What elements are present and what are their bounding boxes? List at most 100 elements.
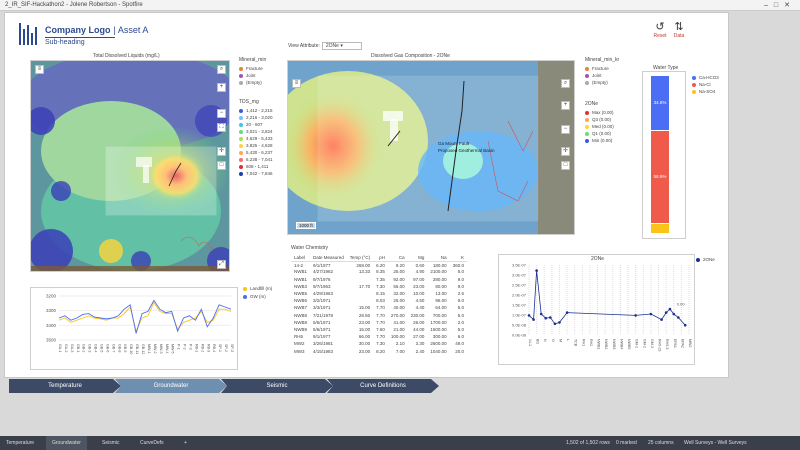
gas-legend2-item[interactable]: Q3 (0.00): [585, 117, 611, 123]
table-cell: NWB8: [294, 319, 308, 325]
tds-legend2-item[interactable]: 3,021 - 3,824: [239, 129, 273, 135]
gas-legend1-item[interactable]: (Empty): [585, 80, 608, 86]
column-header[interactable]: K: [449, 254, 467, 262]
tds-map[interactable]: ≡ ⌕ + − ⛶ ✛ □ ⤢: [30, 60, 230, 272]
map-expand-icon[interactable]: ⤢: [217, 260, 226, 269]
column-header[interactable]: Ca: [387, 254, 408, 262]
water-type-segment[interactable]: 34.8%: [651, 76, 669, 131]
gas-legend2-item[interactable]: Med (0.00): [585, 124, 614, 130]
column-header[interactable]: Temp (°C): [346, 254, 374, 262]
map-search-icon[interactable]: ⌕: [561, 79, 570, 88]
table-cell: 7.70: [376, 334, 385, 340]
table-cell: 1500.00: [430, 326, 447, 332]
table-cell: 15.00: [358, 326, 371, 332]
reset-button[interactable]: ↺ Reset: [650, 21, 670, 39]
gas-legend2-item[interactable]: Q1 (0.00): [585, 131, 611, 137]
tds-legend2-item[interactable]: 608 - 1,411: [239, 164, 268, 170]
zoom-out-button[interactable]: −: [217, 109, 226, 118]
tds-legend2-item[interactable]: 7,042 - 7,846: [239, 171, 273, 177]
tds-legend2-item[interactable]: 4,629 - 5,433: [239, 136, 273, 142]
pan-icon[interactable]: ✛: [217, 147, 226, 156]
table-cell: NWB1: [294, 269, 308, 275]
table-cell: 4.40: [415, 305, 425, 311]
map-layers-icon[interactable]: ≡: [35, 65, 44, 74]
gas-legend2-item[interactable]: Min (0.00): [585, 138, 612, 144]
tds-legend2-item[interactable]: 20 - 607: [239, 122, 263, 128]
bottom-tab-curvedefs[interactable]: CurveDefs: [134, 436, 170, 450]
table-row[interactable]: MW3 4/15/1983 23.00 8.20 7.00 2.40 1040.00 20.0: [291, 347, 467, 354]
table-row[interactable]: NWB7 3/3/1971 15.00 7.70 40.00 4.40 64.00 5.0: [291, 304, 467, 311]
column-header[interactable]: Na: [427, 254, 450, 262]
table-row[interactable]: NWB1 4/27/1962 13.33 8.35 25.00 4.90 2100.00 5.…: [291, 268, 467, 275]
gas-legend1-item[interactable]: Joint: [585, 73, 602, 79]
water-type-chart[interactable]: 34.8% 58.9%: [642, 71, 686, 239]
tab-temperature[interactable]: Temperature: [9, 379, 121, 393]
select-icon[interactable]: □: [561, 161, 570, 170]
water-type-legend-item[interactable]: Ca-HCO3: [692, 75, 719, 81]
column-header[interactable]: Date Measured: [310, 254, 347, 262]
add-page-button[interactable]: +: [178, 436, 193, 450]
column-header[interactable]: Mg: [407, 254, 428, 262]
window-controls[interactable]: –□✕: [764, 0, 796, 11]
tds-legend2-item[interactable]: 2,216 - 3,020: [239, 115, 273, 121]
select-icon[interactable]: □: [217, 161, 226, 170]
column-header[interactable]: Label: [291, 254, 311, 262]
tds-legend1-item[interactable]: Fracture: [239, 66, 263, 72]
water-type-legend-item[interactable]: Na-Cl: [692, 82, 711, 88]
gas-legend2-item[interactable]: Max (0.00): [585, 110, 614, 116]
table-cell: 97.00: [413, 276, 425, 282]
bottom-tab-groundwater[interactable]: Groundwater: [46, 436, 87, 450]
water-type-segment[interactable]: 58.9%: [651, 130, 669, 225]
table-cell: 4.50: [415, 298, 425, 304]
water-chemistry-table[interactable]: Label Date Measured Temp (°C) pH Ca Mg Na K 14-…: [291, 254, 467, 355]
legend-swatch: [585, 73, 589, 78]
legend-swatch: [239, 171, 243, 176]
water-type-legend-item[interactable]: Na-SO4: [692, 89, 715, 95]
zoom-out-button[interactable]: −: [561, 125, 570, 134]
table-cell: 6.20: [376, 262, 385, 268]
fit-icon[interactable]: ⛶: [217, 123, 226, 132]
bottom-tab-seismic[interactable]: Seismic: [96, 436, 126, 450]
table-row[interactable]: NWB8 5/6/1971 23.00 7.70 41.00 26.00 1700.00 2.…: [291, 319, 467, 326]
water-type-segment[interactable]: [651, 224, 669, 234]
table-cell: 1040.00: [430, 348, 447, 354]
tab-groundwater[interactable]: Groundwater: [115, 379, 227, 393]
map-search-icon[interactable]: ⌕: [217, 65, 226, 74]
tds-legend2-item[interactable]: 5,430 - 6,237: [239, 150, 273, 156]
x-tick-label: NWB5: [627, 339, 631, 349]
tds-legend1-item[interactable]: (Empty): [239, 80, 262, 86]
table-row[interactable]: NWB6 3/2/1971 8.03 26.00 4.50 96.00 9.0: [291, 297, 467, 304]
tds-legend1-item[interactable]: Joint: [239, 73, 256, 79]
zoom-in-button[interactable]: +: [561, 101, 570, 110]
bottom-tab-temperature[interactable]: Temperature: [0, 436, 40, 450]
table-cell: 15.00: [358, 305, 371, 311]
pan-icon[interactable]: ✛: [561, 147, 570, 156]
gas-legend1-item[interactable]: Fracture: [585, 66, 609, 72]
tab-seismic[interactable]: Seismic: [221, 379, 333, 393]
lithology-chart[interactable]: 3200 3300 3400 3500 GA-1 GA-2 GA-3 GB-1 GB-2 GB-3…: [30, 287, 238, 370]
view-attribute-control[interactable]: View Attribute: 2ONe ▾: [288, 42, 362, 50]
zoom-in-button[interactable]: +: [217, 83, 226, 92]
tds-legend2-item[interactable]: 1,412 - 2,215: [239, 108, 273, 114]
gas-timeseries-chart[interactable]: 2ONe 3.5E-07 3.0E-07 2.5E-07 2.0E-07 1.5E-07…: [498, 254, 695, 365]
map-layers-icon[interactable]: ≡: [292, 79, 301, 88]
table-row[interactable]: RH5 9/1/1977 66.00 7.70 100.00 27.00 300.00 6.0: [291, 333, 467, 340]
table-row[interactable]: NWB3 9/7/1963 17.70 7.30 56.00 23.00 80.00 9.0: [291, 283, 467, 290]
table-row[interactable]: NWB1 9/7/1976 7.35 92.00 97.00 280.00 9.0: [291, 276, 467, 283]
table-cell: 4/15/1983: [313, 348, 334, 354]
x-tick-label: MW-3: [159, 344, 163, 354]
table-row[interactable]: NWB8 7/21/1978 28.50 7.70 270.00 230.00 700.00…: [291, 312, 467, 319]
table-row[interactable]: NWB9 5/6/1971 15.00 7.60 21.00 44.00 1500.00 5.…: [291, 326, 467, 333]
table-row[interactable]: NWB5 4/29/1963 8.15 32.00 10.00 13.00 2.5: [291, 290, 467, 297]
table-row[interactable]: MW2 3/26/1981 30.00 7.30 2.10 3.30 2600.00 49.0: [291, 340, 467, 347]
gas-map[interactable]: Ga Mount Fault Proposed Geothermal Basin…: [287, 60, 575, 235]
tds-legend2-item[interactable]: 3,825 - 4,628: [239, 143, 273, 149]
x-tick-label: NWB2: [604, 339, 608, 349]
table-row[interactable]: 14-2 9/1/1977 268.00 6.20 9.20 0.60 180.00 360.…: [291, 261, 467, 268]
table-cell: 8.15: [376, 291, 385, 297]
x-tick-label: SP-1: [218, 344, 222, 352]
tds-legend2-item[interactable]: 6,238 - 7,041: [239, 157, 273, 163]
data-button[interactable]: ⇅ Data: [669, 21, 689, 39]
tab-curve-definitions[interactable]: Curve Definitions: [327, 379, 439, 393]
column-header[interactable]: pH: [373, 254, 388, 262]
